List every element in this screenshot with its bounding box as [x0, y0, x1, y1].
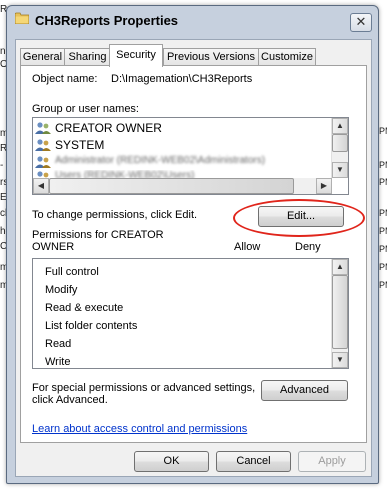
tab-general[interactable]: General: [20, 48, 65, 66]
scroll-thumb[interactable]: [49, 178, 294, 194]
scroll-down-icon[interactable]: ▼: [332, 352, 348, 368]
user-group-icon: [35, 121, 51, 134]
cancel-button[interactable]: Cancel: [216, 451, 291, 472]
scroll-down-icon[interactable]: ▼: [332, 162, 348, 178]
tab-security[interactable]: Security: [109, 44, 163, 67]
tab-label: Customize: [261, 51, 313, 63]
scroll-right-icon[interactable]: ▶: [316, 178, 332, 194]
dialog-client-area: General Sharing Security Previous Versio…: [15, 39, 372, 477]
bg-fragment: PM: [379, 126, 387, 136]
scroll-thumb[interactable]: [332, 134, 348, 152]
groups-vertical-scrollbar[interactable]: ▲ ▼: [331, 118, 348, 178]
group-name: SYSTEM: [55, 138, 105, 152]
bg-fragment: PM: [379, 226, 387, 236]
permission-item: List folder contents: [45, 320, 138, 332]
apply-button-label: Apply: [318, 455, 346, 467]
bg-fragment: PM: [379, 280, 387, 290]
list-item[interactable]: CREATOR OWNER: [35, 120, 329, 135]
group-names-list[interactable]: CREATOR OWNER SYSTEM Administrator (REDI…: [32, 117, 349, 195]
permissions-for-label: Permissions for CREATOR: [32, 229, 164, 241]
tab-label: Security: [116, 49, 156, 61]
scroll-up-icon[interactable]: ▲: [332, 259, 348, 275]
advanced-button-label: Advanced: [280, 384, 329, 396]
advanced-button[interactable]: Advanced: [261, 380, 348, 401]
bg-fragment: PM: [379, 262, 387, 272]
tab-previous-versions[interactable]: Previous Versions: [163, 48, 259, 66]
ok-button[interactable]: OK: [134, 451, 209, 472]
tab-label: General: [22, 51, 63, 63]
bg-fragment: PM: [379, 177, 387, 187]
group-name: CREATOR OWNER: [55, 121, 162, 135]
permissions-vertical-scrollbar[interactable]: ▲ ▼: [331, 259, 348, 368]
deny-column-header: Deny: [295, 241, 321, 253]
permission-item: Read: [45, 338, 72, 350]
list-item[interactable]: Administrator (REDINK-WEB02\Administrato…: [35, 154, 329, 169]
permission-item: Read & execute: [45, 302, 124, 314]
permission-item: Modify: [45, 284, 78, 296]
permissions-for-label-owner: OWNER: [32, 241, 75, 253]
background-window-right: PM PM PM PM PM PM PM PM: [379, 0, 387, 489]
scroll-thumb[interactable]: [332, 275, 348, 349]
learn-more-link[interactable]: Learn about access control and permissio…: [32, 423, 247, 435]
tab-label: Previous Versions: [166, 51, 256, 63]
close-button[interactable]: ✕: [350, 13, 372, 32]
permission-item: Write: [45, 356, 71, 368]
allow-column-header: Allow: [234, 241, 261, 253]
folder-icon: [14, 12, 30, 25]
apply-button[interactable]: Apply: [298, 451, 366, 472]
bg-fragment: PM: [379, 244, 387, 254]
group-name: Administrator (REDINK-WEB02\Administrato…: [55, 155, 266, 166]
list-item[interactable]: SYSTEM: [35, 137, 329, 152]
scroll-left-icon[interactable]: ◀: [33, 178, 49, 194]
bg-fragment: PM: [379, 208, 387, 218]
close-icon: ✕: [355, 14, 367, 29]
object-name-value: D:\Imagemation\CH3Reports: [111, 73, 253, 85]
cancel-button-label: Cancel: [236, 455, 271, 467]
tab-sharing[interactable]: Sharing: [64, 48, 111, 66]
scroll-up-icon[interactable]: ▲: [332, 118, 348, 134]
title-bar[interactable]: CH3Reports Properties ✕: [7, 6, 378, 34]
groups-horizontal-scrollbar[interactable]: ◀ ▶: [33, 178, 332, 194]
properties-dialog: CH3Reports Properties ✕ General Sharing …: [6, 5, 379, 484]
tab-label: Sharing: [68, 51, 107, 63]
advanced-description-line2: click Advanced.: [32, 394, 108, 406]
permission-item: Full control: [45, 266, 99, 278]
tab-customize[interactable]: Customize: [258, 48, 316, 66]
advanced-description: For special permissions or advanced sett…: [32, 382, 256, 394]
window-title: CH3Reports Properties: [35, 13, 179, 28]
object-name-label: Object name:: [32, 73, 98, 85]
permissions-list[interactable]: Full control Modify Read & execute List …: [32, 258, 349, 369]
user-group-icon: [35, 138, 51, 151]
ok-button-label: OK: [163, 455, 180, 467]
highlight-annotation: [233, 199, 365, 237]
security-tab-panel: Object name: D:\Imagemation\CH3Reports G…: [20, 65, 367, 443]
group-names-label: Group or user names:: [32, 103, 139, 115]
user-group-icon: [35, 155, 51, 168]
bg-fragment: PM: [379, 160, 387, 170]
change-permissions-label: To change permissions, click Edit.: [32, 209, 198, 221]
